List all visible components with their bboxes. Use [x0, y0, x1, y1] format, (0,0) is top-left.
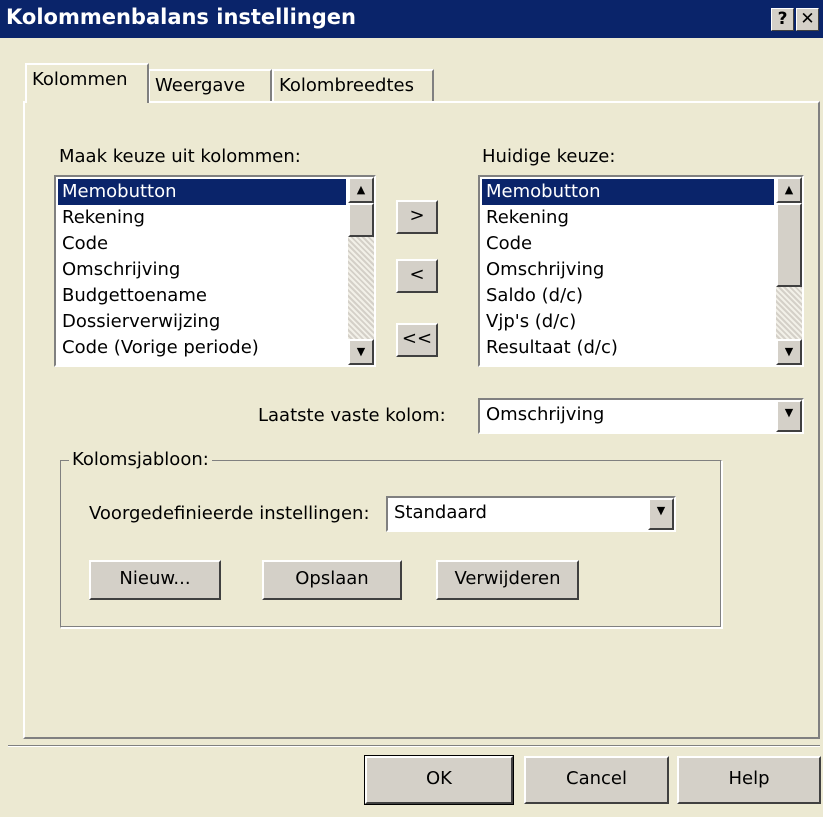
list-item[interactable]: Dossierverwijzing: [58, 309, 346, 335]
window-title: Kolommenbalans instellingen: [6, 5, 356, 29]
delete-template-button[interactable]: Verwijderen: [436, 560, 579, 600]
template-group-title: Kolomsjabloon:: [69, 449, 212, 470]
scroll-up-icon[interactable]: ▲: [776, 177, 802, 203]
current-items: Memobutton Rekening Code Omschrijving Saldo …: [482, 179, 774, 361]
scroll-up-icon[interactable]: ▲: [348, 177, 374, 203]
footer-divider: [8, 745, 820, 747]
tab-label: Kolommen: [32, 69, 128, 90]
cancel-button[interactable]: Cancel: [524, 756, 669, 804]
predefined-settings-select[interactable]: Standaard ▼: [386, 496, 676, 532]
available-columns-label: Maak keuze uit kolommen:: [59, 146, 301, 167]
list-item[interactable]: Memobutton: [482, 179, 774, 205]
list-item[interactable]: Code (Vorige periode): [58, 335, 346, 361]
save-template-button[interactable]: Opslaan: [262, 560, 402, 600]
ok-button[interactable]: OK: [364, 755, 514, 805]
help-icon[interactable]: ?: [771, 8, 794, 31]
available-columns-list[interactable]: Memobutton Rekening Code Omschrijving Budget…: [54, 175, 376, 367]
new-template-button[interactable]: Nieuw...: [89, 560, 221, 600]
tab-label: Kolombreedtes: [279, 75, 414, 96]
list-item[interactable]: Saldo (d/c): [482, 283, 774, 309]
current-scrollbar[interactable]: ▲ ▼: [776, 177, 802, 365]
chevron-down-icon[interactable]: ▼: [776, 400, 802, 432]
tab-weergave[interactable]: Weergave: [148, 69, 272, 102]
predefined-settings-value: Standaard: [394, 502, 487, 523]
list-item[interactable]: Code: [58, 231, 346, 257]
current-columns-list[interactable]: Memobutton Rekening Code Omschrijving Saldo …: [478, 175, 804, 367]
help-button[interactable]: Help: [677, 756, 821, 804]
last-fixed-column-label: Laatste vaste kolom:: [258, 405, 446, 426]
list-item[interactable]: Rekening: [482, 205, 774, 231]
list-item[interactable]: Vjp's (d/c): [482, 309, 774, 335]
dialog: Kolommenbalans instellingen ? ✕ Kolommen…: [0, 0, 823, 817]
list-item[interactable]: Memobutton: [58, 179, 346, 205]
scroll-thumb[interactable]: [348, 203, 374, 237]
list-item[interactable]: Rekening: [58, 205, 346, 231]
tab-label: Weergave: [155, 75, 246, 96]
list-item[interactable]: Code: [482, 231, 774, 257]
title-bar[interactable]: Kolommenbalans instellingen ? ✕: [0, 0, 823, 38]
close-icon[interactable]: ✕: [796, 8, 819, 31]
tab-kolombreedtes[interactable]: Kolombreedtes: [272, 69, 434, 102]
available-scrollbar[interactable]: ▲ ▼: [348, 177, 374, 365]
current-columns-label: Huidige keuze:: [482, 146, 616, 167]
template-groupbox: Kolomsjabloon:: [60, 449, 722, 628]
last-fixed-column-value: Omschrijving: [486, 404, 605, 425]
tab-kolommen[interactable]: Kolommen: [25, 63, 149, 103]
chevron-down-icon[interactable]: ▼: [648, 498, 674, 530]
predefined-settings-label: Voorgedefinieerde instellingen:: [89, 503, 370, 524]
add-column-button[interactable]: >: [396, 200, 438, 234]
available-items: Memobutton Rekening Code Omschrijving Budget…: [58, 179, 346, 361]
scroll-down-icon[interactable]: ▼: [776, 339, 802, 365]
last-fixed-column-select[interactable]: Omschrijving ▼: [478, 398, 804, 434]
list-item[interactable]: Resultaat (d/c): [482, 335, 774, 361]
remove-column-button[interactable]: <: [396, 259, 438, 293]
scroll-thumb[interactable]: [776, 203, 802, 287]
list-item[interactable]: Omschrijving: [58, 257, 346, 283]
scroll-down-icon[interactable]: ▼: [348, 339, 374, 365]
list-item[interactable]: Budgettoename: [58, 283, 346, 309]
list-item[interactable]: Omschrijving: [482, 257, 774, 283]
remove-all-columns-button[interactable]: <<: [396, 323, 438, 357]
